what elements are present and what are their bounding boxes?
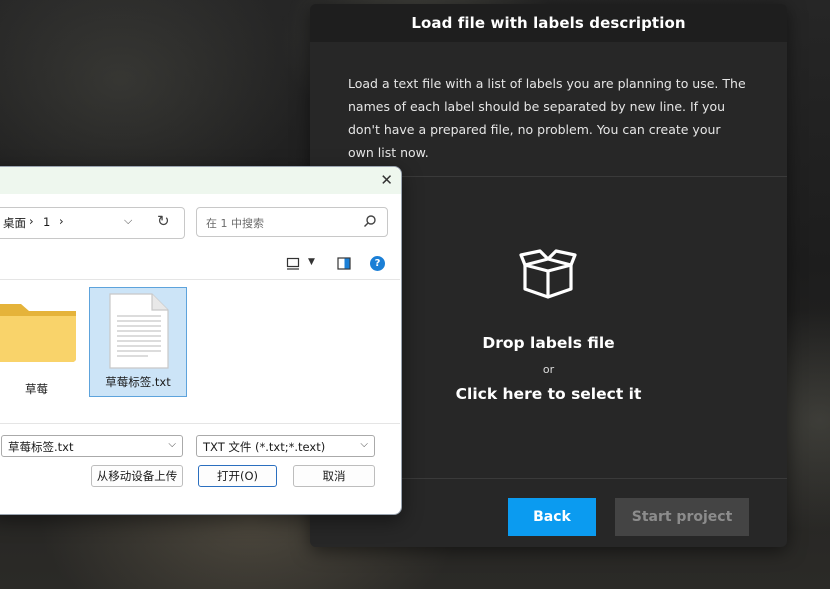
upload-from-device-button[interactable]: 从移动设备上传 (91, 465, 183, 487)
preview-pane-icon[interactable] (337, 257, 351, 270)
text-file-icon (109, 293, 169, 369)
back-button[interactable]: Back (508, 498, 596, 536)
chevron-down-icon[interactable]: ⌵ (168, 439, 176, 450)
search-placeholder: 在 1 中搜索 (206, 217, 264, 230)
cancel-button[interactable]: 取消 (293, 465, 375, 487)
chevron-down-icon[interactable]: ⌵ (360, 439, 368, 450)
address-bar[interactable]: 桌面 › 1 › ⌵ ↻ (0, 207, 185, 239)
file-list: 草莓 草莓标签.txt (0, 279, 400, 424)
filename-value: 草莓标签.txt (8, 440, 74, 454)
view-dropdown-icon[interactable]: ▼ (308, 257, 315, 267)
modal-title: Load file with labels description (310, 4, 787, 42)
search-icon (364, 215, 376, 227)
refresh-icon[interactable]: ↻ (157, 212, 170, 230)
filename-field[interactable]: 草莓标签.txt ⌵ (1, 435, 183, 457)
breadcrumb-folder[interactable]: 1 (43, 215, 50, 229)
breadcrumb-separator[interactable]: › (59, 214, 64, 228)
search-input[interactable]: 在 1 中搜索 (196, 207, 388, 237)
folder-icon (0, 304, 76, 362)
file-label: 草莓标签.txt (105, 375, 171, 389)
file-type-select[interactable]: TXT 文件 (*.txt;*.text) ⌵ (196, 435, 375, 457)
breadcrumb-desktop[interactable]: 桌面 (3, 215, 26, 231)
breadcrumb-separator[interactable]: › (29, 214, 34, 228)
view-icon[interactable] (286, 257, 300, 270)
file-item-selected[interactable]: 草莓标签.txt (89, 287, 187, 397)
modal-description: Load a text file with a list of labels y… (310, 42, 787, 177)
box-icon (519, 249, 577, 299)
open-button[interactable]: 打开(O) (198, 465, 277, 487)
chevron-down-icon[interactable]: ⌵ (124, 214, 132, 228)
file-open-dialog: ✕ 桌面 › 1 › ⌵ ↻ 在 1 中搜索 ▼ ? 草莓 草莓标签.txt 草… (0, 166, 402, 515)
help-icon[interactable]: ? (370, 256, 385, 271)
folder-label: 草莓 (25, 382, 48, 396)
folder-item[interactable]: 草莓 (0, 286, 81, 398)
start-project-button[interactable]: Start project (615, 498, 749, 536)
file-type-value: TXT 文件 (*.txt;*.text) (203, 440, 326, 454)
close-icon[interactable]: ✕ (380, 171, 393, 189)
dialog-titlebar: ✕ (0, 167, 401, 194)
